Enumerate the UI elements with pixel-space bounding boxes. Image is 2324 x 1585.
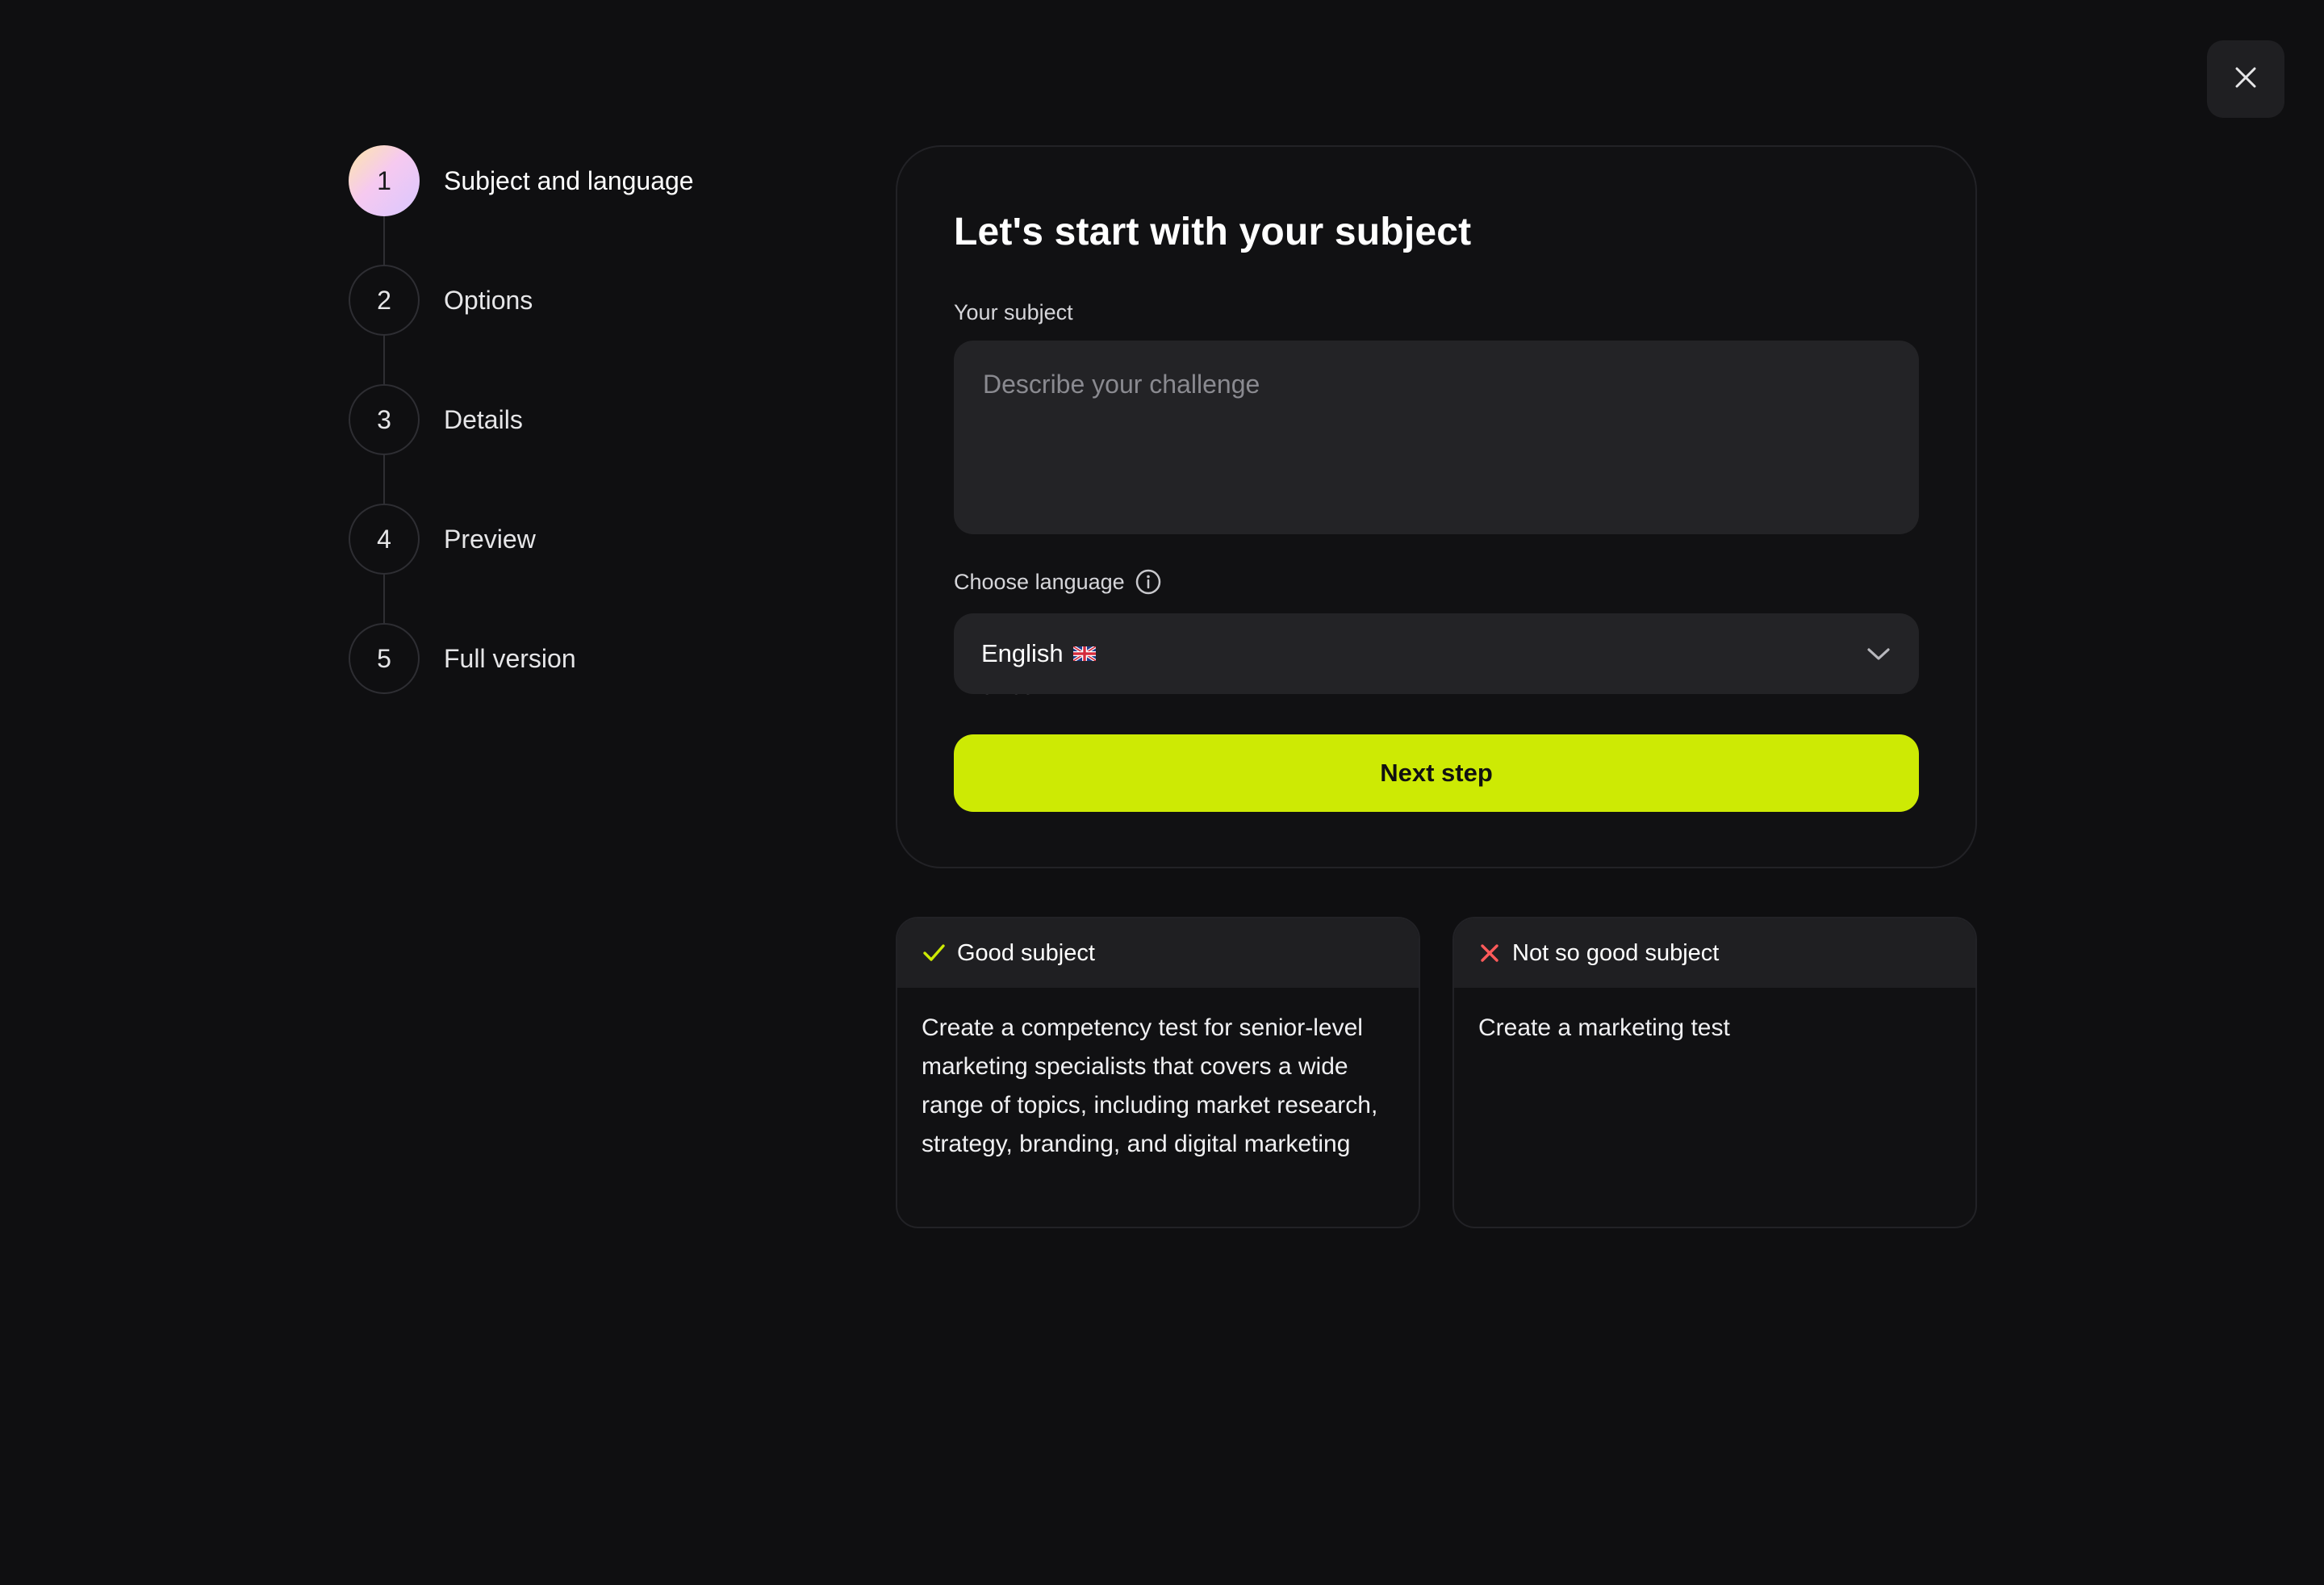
good-subject-card: Good subject Create a competency test fo… — [896, 917, 1420, 1228]
step-label: Details — [444, 404, 523, 434]
bad-subject-title: Not so good subject — [1512, 939, 1720, 966]
info-icon[interactable] — [1135, 568, 1162, 596]
bad-subject-text: Create a marketing test — [1478, 1014, 1730, 1041]
cross-icon — [1478, 942, 1501, 964]
good-subject-text: Create a competency test for senior-leve… — [922, 1014, 1378, 1157]
step-label: Subject and language — [444, 165, 694, 195]
subject-label: Your subject — [954, 300, 1073, 324]
step-number: 5 — [349, 623, 420, 694]
step-full-version[interactable]: 5 Full version — [349, 623, 865, 694]
step-label: Full version — [444, 643, 576, 673]
bad-subject-header: Not so good subject — [1454, 918, 1975, 988]
stepper: 1 Subject and language 2 Options 3 Detai… — [349, 145, 865, 694]
chevron-down-icon — [1866, 646, 1891, 662]
step-preview[interactable]: 4 Preview — [349, 504, 865, 575]
bad-subject-card: Not so good subject Create a marketing t… — [1452, 917, 1977, 1228]
step-label: Preview — [444, 524, 536, 554]
language-label-row: Choose language — [954, 568, 1162, 596]
uk-flag-icon — [1072, 646, 1096, 661]
good-subject-title: Good subject — [957, 939, 1095, 966]
step-subject-and-language[interactable]: 1 Subject and language — [349, 145, 865, 216]
close-button[interactable] — [2207, 40, 2284, 118]
good-subject-header: Good subject — [897, 918, 1419, 988]
step-number: 4 — [349, 504, 420, 575]
language-value: English — [981, 639, 1064, 667]
subject-card: Let's start with your subject Your subje… — [896, 145, 1977, 868]
step-label: Options — [444, 285, 533, 315]
card-title: Let's start with your subject — [954, 211, 1472, 253]
step-options[interactable]: 2 Options — [349, 265, 865, 336]
close-icon — [2234, 65, 2258, 94]
check-icon — [922, 941, 946, 965]
subject-field[interactable]: 0/200 — [954, 341, 1919, 699]
subject-input[interactable] — [981, 368, 1885, 465]
language-select[interactable]: English — [954, 613, 1919, 694]
next-step-button[interactable]: Next step — [954, 734, 1919, 812]
language-label: Choose language — [954, 569, 1125, 594]
step-number: 3 — [349, 384, 420, 455]
step-number: 1 — [349, 145, 420, 216]
step-number: 2 — [349, 265, 420, 336]
step-details[interactable]: 3 Details — [349, 384, 865, 455]
